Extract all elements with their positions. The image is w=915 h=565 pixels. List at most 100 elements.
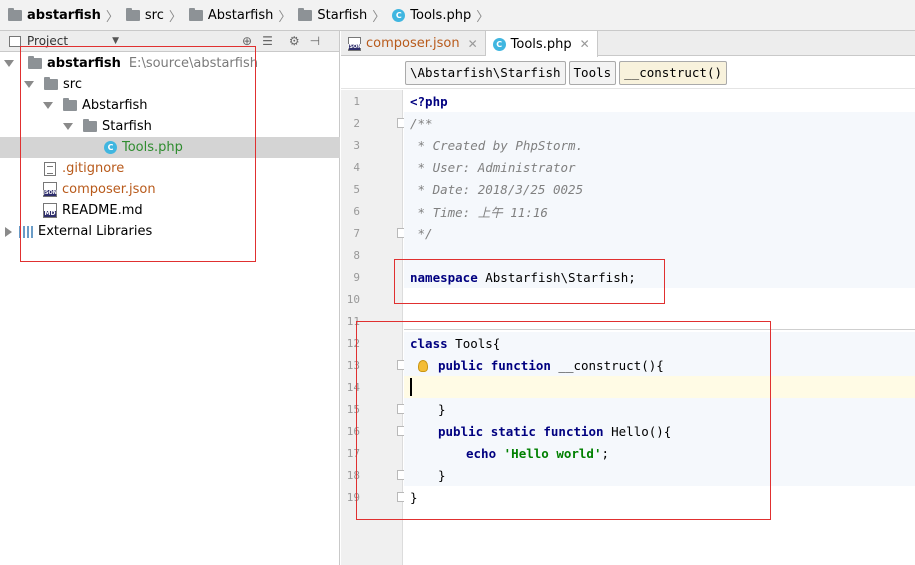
tab-label: composer.json (366, 36, 460, 51)
tree-item-label: Abstarfish (82, 98, 148, 113)
code-line-13: public function __construct(){ (438, 354, 664, 376)
tree-item-gitignore[interactable]: .gitignore (0, 158, 340, 179)
chevron-right-icon: 〉 (476, 9, 490, 25)
semicolon: ; (601, 445, 610, 461)
folder-icon (44, 77, 58, 90)
nav-crumb-starfish[interactable]: Starfish 〉 (298, 0, 392, 31)
intention-bulb-icon[interactable] (418, 360, 428, 372)
markdown-file-icon: MD (43, 203, 57, 218)
expand-arrow-icon[interactable] (24, 81, 34, 88)
chevron-down-icon[interactable]: ▼ (112, 36, 119, 46)
editor-breadcrumbs: \Abstarfish\Starfish Tools __construct() (341, 57, 915, 89)
line-number: 18 (346, 469, 360, 482)
keyword: namespace (410, 269, 478, 285)
line-number: 16 (346, 425, 360, 438)
keyword: public (438, 357, 484, 373)
code-line-9: namespace Abstarfish\Starfish; (410, 266, 636, 288)
line-number: 11 (346, 315, 360, 328)
gear-icon[interactable]: ⚙ (289, 34, 300, 48)
line-number: 14 (346, 381, 360, 394)
expand-arrow-icon[interactable] (43, 102, 53, 109)
tree-item-external-libraries[interactable]: External Libraries (0, 221, 340, 242)
closing-brace: } (438, 467, 446, 483)
tab-tools-php[interactable]: C Tools.php ✕ (485, 31, 598, 57)
chevron-right-icon: 〉 (168, 9, 182, 25)
navigation-bar: abstarfish 〉 src 〉 Abstarfish 〉 Starfish… (0, 0, 915, 31)
code-line-7: */ (410, 222, 433, 244)
chevron-right-icon: 〉 (372, 9, 386, 25)
line-number: 6 (353, 205, 360, 218)
hide-panel-icon[interactable]: ⊣ (310, 34, 320, 48)
breadcrumb-class[interactable]: Tools (568, 60, 617, 85)
line-number: 10 (346, 293, 360, 306)
code-editor[interactable]: <?php /** * Created by PhpStorm. * User:… (404, 90, 915, 565)
method-separator-line (404, 329, 915, 330)
code-line-2: /** (410, 112, 433, 134)
project-tool-window: Project ▼ ⊕ ☰ ⚙ ⊣ abstarfish E:\source\a… (0, 31, 340, 565)
line-number: 9 (353, 271, 360, 284)
tree-item-composer-json[interactable]: JSON composer.json (0, 179, 340, 200)
doc-comment: * User: Administrator (410, 159, 576, 175)
folder-icon (8, 7, 22, 21)
tree-item-label: README.md (62, 203, 143, 218)
text-caret (410, 378, 412, 396)
nav-crumb-label: Tools.php (410, 7, 472, 23)
line-number: 5 (353, 183, 360, 196)
php-open-tag: <?php (410, 93, 448, 109)
tree-item-label: External Libraries (38, 224, 153, 239)
expand-arrow-icon[interactable] (5, 226, 12, 237)
tree-item-tools-php[interactable]: C Tools.php (0, 137, 340, 158)
folder-icon (83, 119, 97, 132)
breadcrumb-method[interactable]: __construct() (619, 60, 727, 85)
php-class-icon: C (492, 37, 506, 51)
nav-crumb-abstarfish[interactable]: Abstarfish 〉 (188, 0, 299, 31)
code-line-6: * Time: 上午 11:16 (410, 200, 548, 222)
chevron-right-icon: 〉 (278, 9, 292, 25)
breadcrumb-namespace[interactable]: \Abstarfish\Starfish (405, 60, 566, 85)
nav-crumb-src[interactable]: src 〉 (125, 0, 189, 31)
string-literal: 'Hello world' (503, 445, 602, 461)
nav-crumb-project[interactable]: abstarfish 〉 (8, 0, 126, 31)
nav-crumb-label: abstarfish (27, 7, 101, 23)
folder-icon (298, 7, 313, 21)
tree-item-readme[interactable]: MD README.md (0, 200, 340, 221)
line-number: 15 (346, 403, 360, 416)
text-file-icon (44, 161, 56, 176)
line-number: 1 (353, 95, 360, 108)
nav-crumb-label: Abstarfish (207, 7, 274, 23)
locate-icon[interactable]: ⊕ (242, 34, 252, 48)
expand-arrow-icon[interactable] (4, 60, 14, 67)
keyword: public (438, 423, 484, 439)
close-icon[interactable]: ✕ (468, 37, 478, 51)
library-icon (19, 225, 34, 238)
doc-comment: * Created by PhpStorm. (410, 137, 584, 153)
current-line-highlight (404, 376, 915, 398)
keyword: function (543, 423, 604, 439)
code-line-17: echo 'Hello world'; (466, 442, 609, 464)
tree-item-abstarfish[interactable]: Abstarfish (0, 95, 340, 116)
project-view-selector[interactable]: Project (27, 34, 68, 48)
class-declaration: Tools{ (447, 335, 501, 351)
nav-crumb-label: src (144, 7, 164, 23)
code-line-18: } (438, 464, 446, 486)
code-line-5: * Date: 2018/3/25 0025 (410, 178, 584, 200)
project-view-icon (9, 35, 21, 47)
collapse-all-icon[interactable]: ☰ (262, 34, 273, 48)
folder-icon (188, 7, 203, 21)
namespace-name: Abstarfish\Starfish; (477, 269, 636, 285)
line-number: 19 (346, 491, 360, 504)
tree-item-label: src (63, 77, 82, 92)
folder-icon (125, 7, 140, 21)
keyword: class (410, 335, 448, 351)
editor-gutter[interactable]: 1 2 3 4 5 6 7 8 9 10 11 12 13 14 15 16 1… (341, 90, 407, 565)
tree-item-project-root[interactable]: abstarfish E:\source\abstarfish (0, 53, 340, 74)
tree-item-src[interactable]: src (0, 74, 340, 95)
nav-crumb-file[interactable]: C Tools.php 〉 (392, 0, 496, 31)
line-number: 2 (353, 117, 360, 130)
close-icon[interactable]: ✕ (580, 37, 590, 51)
expand-arrow-icon[interactable] (63, 123, 73, 130)
tab-composer-json[interactable]: JSON composer.json ✕ (341, 31, 486, 56)
line-number: 17 (346, 447, 360, 460)
tree-item-starfish[interactable]: Starfish (0, 116, 340, 137)
php-class-icon: C (392, 8, 406, 22)
